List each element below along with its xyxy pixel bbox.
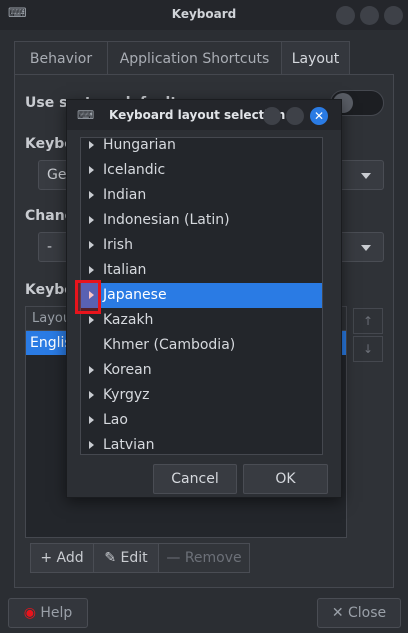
list-item-label: Hungarian xyxy=(103,137,176,153)
list-item[interactable]: Irish xyxy=(81,233,322,258)
list-item[interactable]: Kazakh xyxy=(81,308,322,333)
remove-label: Remove xyxy=(184,550,242,566)
list-item-label: Japanese xyxy=(103,287,167,303)
dialog-minimize-button[interactable] xyxy=(263,107,281,125)
edit-button[interactable]: ✎ Edit xyxy=(93,543,159,573)
list-item[interactable]: Hungarian xyxy=(81,137,322,158)
change-layout-value: - xyxy=(47,239,53,255)
list-item-label: Khmer (Cambodia) xyxy=(103,337,236,353)
close-window-button[interactable] xyxy=(384,6,403,25)
move-up-button[interactable]: ↑ xyxy=(353,308,383,334)
expander-arrow-icon[interactable] xyxy=(89,416,94,424)
dialog-maximize-button[interactable] xyxy=(286,107,304,125)
arrow-up-icon: ↑ xyxy=(362,314,374,328)
cancel-button[interactable]: Cancel xyxy=(153,464,237,494)
tab-application-shortcuts[interactable]: Application Shortcuts xyxy=(107,41,282,75)
expander-arrow-icon[interactable] xyxy=(89,441,94,449)
minimize-button[interactable] xyxy=(336,6,355,25)
list-item[interactable]: Japanese xyxy=(81,283,322,308)
dialog-title: Keyboard layout selection xyxy=(109,108,286,122)
tab-behavior[interactable]: Behavior xyxy=(14,41,108,75)
ok-button[interactable]: OK xyxy=(243,464,328,494)
list-item-label: Irish xyxy=(103,237,133,253)
close-button[interactable]: ✕ Close xyxy=(317,598,401,628)
list-item[interactable]: Icelandic xyxy=(81,158,322,183)
list-item-label: Icelandic xyxy=(103,162,166,178)
close-icon: ✕ xyxy=(313,109,325,123)
list-item-label: Kyrgyz xyxy=(103,387,150,403)
add-button[interactable]: + Add xyxy=(30,543,94,573)
tab-layout[interactable]: Layout xyxy=(281,41,350,75)
lifebuoy-icon: ◉ xyxy=(23,605,36,621)
close-label: Close xyxy=(348,605,387,621)
list-item-label: Indian xyxy=(103,187,147,203)
dialog-titlebar: ⌨ Keyboard layout selection ✕ xyxy=(67,100,341,130)
remove-button[interactable]: — Remove xyxy=(158,543,250,573)
list-item-label: Lao xyxy=(103,412,128,428)
list-item[interactable]: Italian xyxy=(81,258,322,283)
layout-selection-list: Hungarian Icelandic Indian Indonesian (Lati… xyxy=(80,137,323,455)
edit-label: Edit xyxy=(120,550,148,566)
keyboard-icon: ⌨ xyxy=(77,108,95,122)
expander-arrow-icon[interactable] xyxy=(89,141,94,149)
close-icon: ✕ xyxy=(331,605,344,621)
list-item-label: Latvian xyxy=(103,437,155,453)
list-item[interactable]: Lao xyxy=(81,408,322,433)
list-item[interactable]: Indian xyxy=(81,183,322,208)
expander-arrow-icon[interactable] xyxy=(89,191,94,199)
move-down-button[interactable]: ↓ xyxy=(353,336,383,362)
expander-arrow-icon[interactable] xyxy=(89,391,94,399)
list-item-label: Indonesian (Latin) xyxy=(103,212,230,228)
arrow-down-icon: ↓ xyxy=(362,342,374,356)
dialog-close-button[interactable]: ✕ xyxy=(310,107,328,125)
minus-icon: — xyxy=(166,550,181,566)
list-item-label: Kazakh xyxy=(103,312,154,328)
plus-icon: + xyxy=(40,550,53,566)
list-item[interactable]: Kyrgyz xyxy=(81,383,322,408)
window-titlebar: ⌨ Keyboard xyxy=(0,0,408,30)
list-item[interactable]: Khmer (Cambodia) xyxy=(81,333,322,358)
help-label: Help xyxy=(40,605,73,621)
expander-arrow-icon[interactable] xyxy=(89,241,94,249)
add-label: Add xyxy=(56,550,84,566)
pencil-icon: ✎ xyxy=(104,550,117,566)
expander-arrow-icon[interactable] xyxy=(89,266,94,274)
list-item[interactable]: Indonesian (Latin) xyxy=(81,208,322,233)
expander-arrow-icon[interactable] xyxy=(89,316,94,324)
highlight-annotation xyxy=(75,280,101,314)
list-item[interactable]: Korean xyxy=(81,358,322,383)
chevron-down-icon xyxy=(361,245,371,251)
list-item[interactable]: Latvian xyxy=(81,433,322,454)
list-item-label: Korean xyxy=(103,362,152,378)
help-button[interactable]: ◉ Help xyxy=(8,598,88,628)
expander-arrow-icon[interactable] xyxy=(89,216,94,224)
expander-arrow-icon[interactable] xyxy=(89,366,94,374)
expander-arrow-icon[interactable] xyxy=(89,166,94,174)
chevron-down-icon xyxy=(361,173,371,179)
list-item-label: Italian xyxy=(103,262,147,278)
maximize-button[interactable] xyxy=(360,6,379,25)
keyboard-layout-selection-dialog: ⌨ Keyboard layout selection ✕ Hungarian I… xyxy=(66,99,342,498)
